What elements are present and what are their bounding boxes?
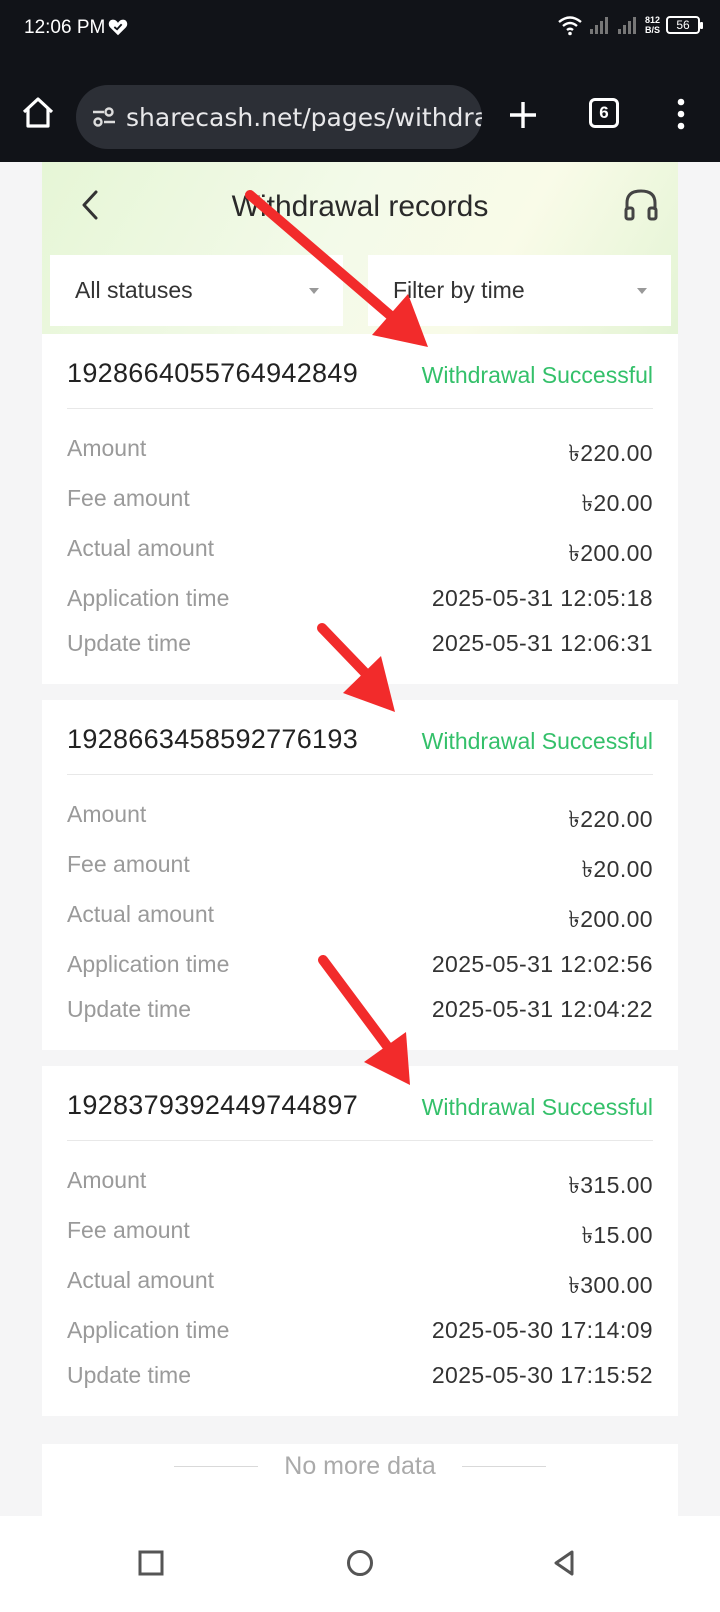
more-vert-icon[interactable] [671, 96, 691, 132]
list-end-indicator: No more data [42, 1444, 678, 1516]
url-text[interactable]: sharecash.net/pages/withdrawal, [126, 103, 482, 132]
wifi-icon [558, 16, 582, 36]
row-label: Fee amount [67, 1217, 190, 1243]
status-icons: 812 B/S 56 [557, 14, 703, 36]
record-status: Withdrawal Successful [421, 1094, 653, 1120]
row-value: ৳20.00 [581, 490, 653, 516]
record-status: Withdrawal Successful [421, 362, 653, 388]
browser-toolbar: sharecash.net/pages/withdrawal, 6 [0, 58, 720, 162]
divider [462, 1466, 546, 1467]
update-time-row: Update time 2025-05-30 17:15:52 [67, 1362, 653, 1392]
page-title: Withdrawal records [231, 190, 489, 223]
site-settings-icon[interactable] [90, 103, 118, 131]
row-label: Amount [67, 801, 147, 827]
row-value: ৳200.00 [568, 540, 653, 566]
no-more-data-text: No more data [284, 1452, 436, 1480]
system-nav-bar [0, 1516, 720, 1612]
update-time-row: Update time 2025-05-31 12:06:31 [67, 630, 653, 660]
row-label: Actual amount [67, 1267, 215, 1293]
row-value: 2025-05-31 12:04:22 [431, 996, 653, 1022]
divider [67, 774, 653, 775]
withdrawal-record[interactable]: 1928663458592776193 Withdrawal Successfu… [42, 700, 678, 1050]
application-time-row: Application time 2025-05-30 17:14:09 [67, 1317, 653, 1347]
row-value: ৳200.00 [568, 906, 653, 932]
divider [67, 1140, 653, 1141]
row-value: ৳220.00 [568, 806, 653, 832]
application-time-row: Application time 2025-05-31 12:02:56 [67, 951, 653, 981]
amount-row: Amount ৳220.00 [67, 435, 653, 466]
fee-row: Fee amount ৳20.00 [67, 485, 653, 516]
row-value: 2025-05-31 12:02:56 [431, 951, 653, 977]
record-id: 1928664055764942849 [67, 358, 359, 388]
status-bar: 12:06 PM 812 B/S 56 [0, 0, 720, 58]
address-bar[interactable]: sharecash.net/pages/withdrawal, [76, 85, 482, 149]
row-value: 2025-05-30 17:15:52 [431, 1362, 653, 1388]
recents-icon[interactable] [134, 1546, 168, 1580]
actual-amount-row: Actual amount ৳300.00 [67, 1267, 653, 1298]
row-label: Update time [67, 1362, 192, 1388]
actual-amount-row: Actual amount ৳200.00 [67, 535, 653, 566]
withdrawal-record[interactable]: 1928379392449744897 Withdrawal Successfu… [42, 1066, 678, 1416]
row-label: Actual amount [67, 535, 215, 561]
row-label: Actual amount [67, 901, 215, 927]
row-value: ৳220.00 [568, 440, 653, 466]
row-label: Application time [67, 1317, 230, 1343]
back-triangle-icon[interactable] [548, 1546, 582, 1580]
status-filter-dropdown[interactable]: All statuses [50, 255, 343, 326]
fee-row: Fee amount ৳20.00 [67, 851, 653, 882]
row-label: Amount [67, 435, 147, 461]
caret-down-icon [309, 288, 319, 294]
time-filter-label: Filter by time [393, 277, 525, 303]
amount-row: Amount ৳315.00 [67, 1167, 653, 1198]
divider [67, 408, 653, 409]
page-header: Withdrawal records All statuses Filter b… [42, 162, 678, 342]
time-filter-dropdown[interactable]: Filter by time [368, 255, 671, 326]
record-status: Withdrawal Successful [421, 728, 653, 754]
row-value: 2025-05-30 17:14:09 [431, 1317, 653, 1343]
row-value: ৳15.00 [581, 1222, 653, 1248]
row-value: ৳315.00 [568, 1172, 653, 1198]
heart-icon [108, 19, 128, 36]
headset-icon[interactable] [622, 186, 660, 224]
battery-icon: 56 [666, 16, 703, 34]
network-speed: 812 B/S [644, 15, 660, 35]
row-label: Application time [67, 585, 230, 611]
fee-row: Fee amount ৳15.00 [67, 1217, 653, 1248]
tab-switcher-button[interactable]: 6 [589, 98, 619, 128]
actual-amount-row: Actual amount ৳200.00 [67, 901, 653, 932]
signal-icon [589, 17, 608, 34]
caret-down-icon [637, 288, 647, 294]
home-icon[interactable] [20, 95, 56, 131]
clock: 12:06 PM [24, 17, 106, 38]
row-value: 2025-05-31 12:05:18 [431, 585, 653, 611]
amount-row: Amount ৳220.00 [67, 801, 653, 832]
application-time-row: Application time 2025-05-31 12:05:18 [67, 585, 653, 615]
row-value: ৳300.00 [568, 1272, 653, 1298]
row-label: Update time [67, 630, 192, 656]
row-value: ৳20.00 [581, 856, 653, 882]
withdrawal-record[interactable]: 1928664055764942849 Withdrawal Successfu… [42, 334, 678, 684]
row-label: Fee amount [67, 485, 190, 511]
row-value: 2025-05-31 12:06:31 [431, 630, 653, 656]
home-circle-icon[interactable] [343, 1546, 377, 1580]
row-label: Fee amount [67, 851, 190, 877]
update-time-row: Update time 2025-05-31 12:04:22 [67, 996, 653, 1026]
row-label: Application time [67, 951, 230, 977]
record-id: 1928663458592776193 [67, 724, 359, 754]
row-label: Update time [67, 996, 192, 1022]
status-filter-label: All statuses [75, 277, 193, 303]
withdrawal-records-page: Withdrawal records All statuses Filter b… [42, 162, 678, 1516]
row-label: Amount [67, 1167, 147, 1193]
record-id: 1928379392449744897 [67, 1090, 359, 1120]
signal-icon-2 [617, 17, 636, 34]
plus-icon[interactable] [506, 98, 540, 132]
